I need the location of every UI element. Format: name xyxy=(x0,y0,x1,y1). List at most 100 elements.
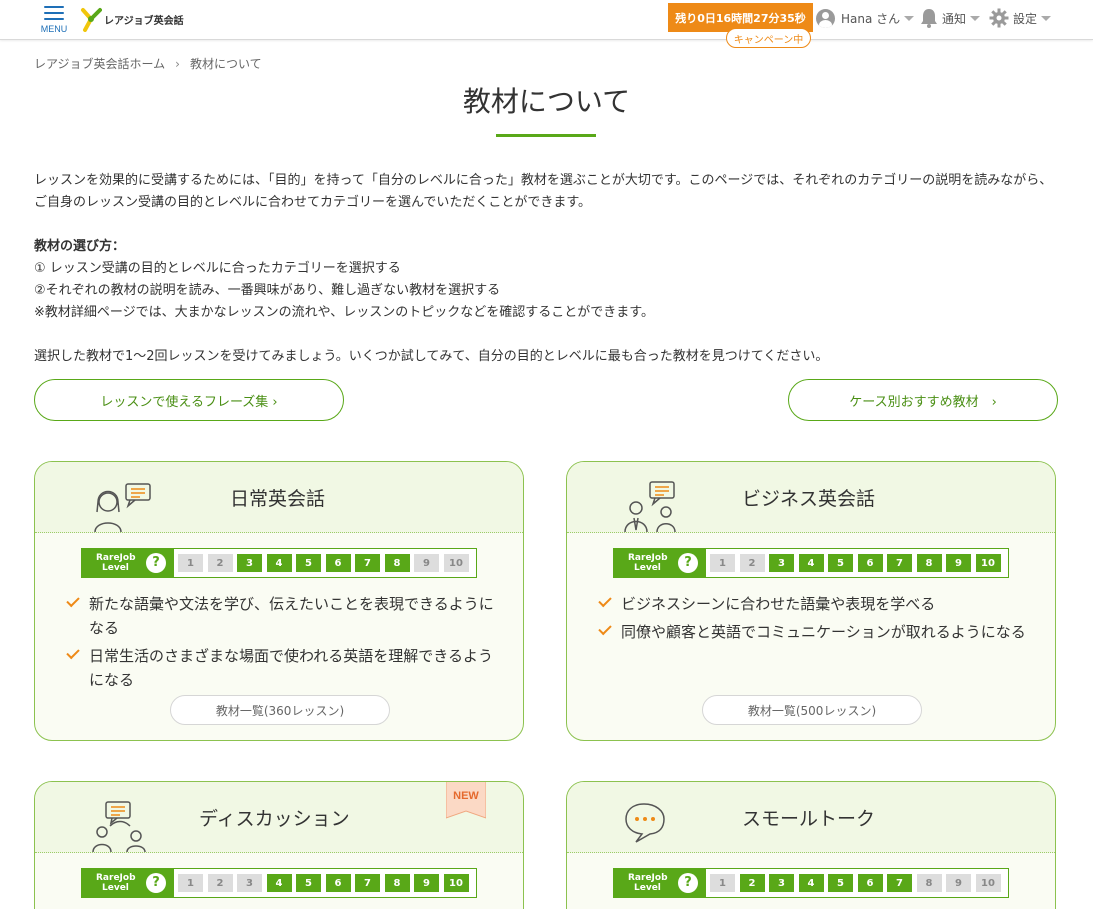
breadcrumb-current: 教材について xyxy=(189,57,262,71)
level-cell: 3 xyxy=(237,874,262,892)
level-cell: 4 xyxy=(798,554,824,572)
chevron-down-icon xyxy=(970,15,981,21)
breadcrumb: レアジョブ英会話ホーム › 教材について xyxy=(34,55,262,72)
level-cell: 2 xyxy=(207,874,233,892)
level-cell: 10 xyxy=(975,874,1001,892)
category-card-business[interactable]: ビジネス英会話 RareJob Level? 1 2 3 4 5 6 7 8 9 10 ビジネスシーン… xyxy=(566,461,1056,741)
case-recommend-button[interactable]: ケース別おすすめ教材 › xyxy=(788,379,1058,421)
phrases-button[interactable]: レッスンで使えるフレーズ集 › xyxy=(34,379,344,421)
user-avatar-icon xyxy=(816,8,835,28)
level-cell: 10 xyxy=(975,554,1001,572)
lesson-list-button[interactable]: 教材一覧(360レッスン) xyxy=(170,695,390,725)
card-title: スモールトーク xyxy=(742,808,876,830)
help-icon[interactable]: ? xyxy=(678,873,698,893)
level-cell: 3 xyxy=(237,554,262,572)
category-card-daily[interactable]: 日常英会話 RareJob Level? 1 2 3 4 5 6 7 8 9 10 新たな語彙や文法を… xyxy=(34,461,524,741)
rarejob-level-label: RareJob Level? xyxy=(614,549,706,577)
campaign-badge[interactable]: キャンペーン中 xyxy=(726,28,811,48)
lesson-list-button[interactable]: 教材一覧(500レッスン) xyxy=(702,695,922,725)
level-cell: 7 xyxy=(355,554,380,572)
check-icon xyxy=(598,621,612,636)
page-title: 教材について xyxy=(462,85,631,118)
bell-icon xyxy=(921,9,937,28)
notifications-label: 通知 xyxy=(942,11,967,26)
level-cell: 9 xyxy=(946,554,971,572)
level-cell: 5 xyxy=(296,874,321,892)
card-title: ディスカッション xyxy=(199,808,350,830)
category-card-discussion[interactable]: ディスカッション NEW RareJob Level? 1 2 3 4 5 6 7 8 9 10 xyxy=(34,781,524,909)
notifications-menu[interactable]: 通知 xyxy=(920,7,981,29)
level-cell: 7 xyxy=(355,874,380,892)
title-underline xyxy=(496,134,596,137)
card-title: ビジネス英会話 xyxy=(742,488,876,510)
level-cell: 3 xyxy=(769,874,794,892)
card-title: 日常英会話 xyxy=(230,488,326,510)
level-cell: 1 xyxy=(710,554,735,572)
card-header: スモールトーク xyxy=(567,782,1055,853)
feature-item: ビジネスシーンに合わせた語彙や表現を学べる xyxy=(598,592,1039,616)
level-cell: 9 xyxy=(414,554,439,572)
level-cell: 8 xyxy=(916,554,942,572)
level-indicator: RareJob Level? 1 2 3 4 5 6 7 8 9 10 xyxy=(81,868,477,898)
help-icon[interactable]: ? xyxy=(146,553,166,573)
howto-note: ※教材詳細ページでは、大まかなレッスンの流れや、レッスンのトピックなどを確認する… xyxy=(34,305,654,320)
level-cell: 8 xyxy=(384,554,410,572)
new-badge: NEW xyxy=(446,782,486,819)
level-cell: 6 xyxy=(325,554,351,572)
intro-paragraph-2: 選択した教材で1〜2回レッスンを受けてみましょう。いくつか試してみて、自分の目的… xyxy=(34,349,829,364)
rarejob-level-label: RareJob Level? xyxy=(614,869,706,897)
business-people-icon xyxy=(624,481,676,532)
level-cell: 2 xyxy=(207,554,233,572)
level-indicator: RareJob Level? 1 2 3 4 5 6 7 8 9 10 xyxy=(81,548,477,578)
menu-button[interactable]: MENU xyxy=(38,4,70,34)
level-cell: 4 xyxy=(266,554,292,572)
feature-item: 日常生活のさまざまな場面で使われる英語を理解できるようになる xyxy=(66,644,507,692)
level-cell: 6 xyxy=(325,874,351,892)
feature-list: ビジネスシーンに合わせた語彙や表現を学べる 同僚や顧客と英語でコミュニケーション… xyxy=(598,592,1039,648)
howto-step-1: ① レッスン受講の目的とレベルに合ったカテゴリーを選択する xyxy=(34,261,401,276)
hamburger-icon xyxy=(44,6,64,24)
level-cell: 5 xyxy=(828,874,853,892)
intro-text: レッスンを効果的に受講するためには、「目的」を持って「自分のレベルに合った」教材… xyxy=(34,170,1064,368)
intro-paragraph: レッスンを効果的に受講するためには、「目的」を持って「自分のレベルに合った」教材… xyxy=(34,173,1053,210)
chevron-down-icon xyxy=(904,15,915,21)
level-indicator: RareJob Level? 1 2 3 4 5 6 7 8 9 10 xyxy=(613,548,1009,578)
level-cell: 7 xyxy=(887,874,912,892)
help-icon[interactable]: ? xyxy=(678,553,698,573)
level-indicator: RareJob Level? 1 2 3 4 5 6 7 8 9 10 xyxy=(613,868,1009,898)
menu-label: MENU xyxy=(40,24,68,34)
gear-icon xyxy=(989,8,1009,28)
level-cell: 5 xyxy=(828,554,853,572)
level-cell: 4 xyxy=(798,874,824,892)
new-badge-label: NEW xyxy=(453,790,479,802)
logo-mark-icon xyxy=(81,8,102,32)
level-cell: 9 xyxy=(414,874,439,892)
check-icon xyxy=(66,593,80,608)
card-header: ディスカッション NEW xyxy=(35,782,523,853)
breadcrumb-home-link[interactable]: レアジョブ英会話ホーム xyxy=(34,55,165,72)
level-cell: 6 xyxy=(857,554,883,572)
howto-step-2: ②それぞれの教材の説明を読み、一番興味があり、難し過ぎない教材を選択する xyxy=(34,283,501,298)
level-cell: 1 xyxy=(178,554,203,572)
user-menu[interactable]: Hana さん xyxy=(816,8,915,28)
user-name: Hana さん xyxy=(841,11,901,26)
card-header: 日常英会話 xyxy=(35,462,523,533)
rarejob-logo[interactable]: レアジョブ英会話 xyxy=(80,5,184,33)
check-icon xyxy=(66,645,80,660)
level-cell: 1 xyxy=(178,874,203,892)
rarejob-level-label: RareJob Level? xyxy=(82,549,174,577)
top-header: MENU レアジョブ英会話 残り0日16時間27分35秒 キャンペーン中 Han… xyxy=(0,0,1093,48)
logo-text: レアジョブ英会話 xyxy=(104,15,184,27)
level-cell: 8 xyxy=(916,874,942,892)
level-cell: 5 xyxy=(296,554,321,572)
category-card-smalltalk[interactable]: スモールトーク RareJob Level? 1 2 3 4 5 6 7 8 9 10 xyxy=(566,781,1056,909)
chat-bubble-icon xyxy=(625,803,665,843)
chevron-right-icon: › xyxy=(175,56,180,71)
rarejob-level-label: RareJob Level? xyxy=(82,869,174,897)
person-speech-icon xyxy=(94,483,151,532)
level-cell: 10 xyxy=(443,874,469,892)
settings-menu[interactable]: 設定 xyxy=(989,7,1052,29)
feature-item: 同僚や顧客と英語でコミュニケーションが取れるようになる xyxy=(598,620,1039,644)
level-cell: 3 xyxy=(769,554,794,572)
help-icon[interactable]: ? xyxy=(146,873,166,893)
